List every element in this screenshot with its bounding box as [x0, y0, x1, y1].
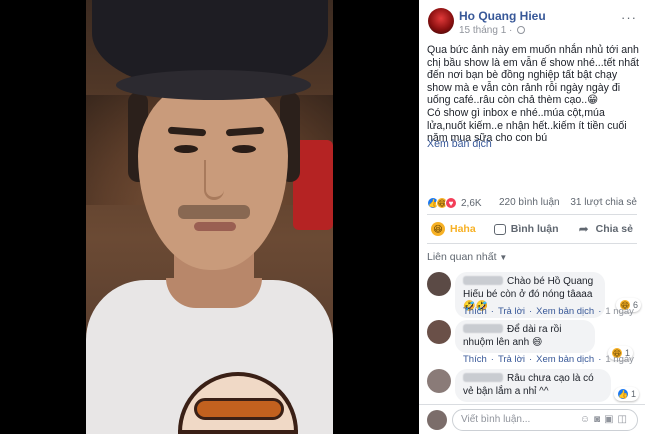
commenter-avatar[interactable] [427, 369, 451, 393]
haha-icon: 😆 [431, 222, 445, 236]
author-name[interactable]: Ho Quang Hieu [459, 9, 546, 23]
share-button[interactable]: ➦ Chia sẻ [577, 222, 633, 236]
reply-link[interactable]: Trả lời [498, 354, 525, 365]
reply-link[interactable]: Trả lời [498, 306, 525, 317]
comment-item: Để dài ra rồi nhuộm lên anh 😄 😆 1 Thích ·… [427, 320, 641, 366]
comment-item: Chào bé Hồ Quang Hiếu bé còn ở đó nóng t… [427, 272, 641, 318]
like-reaction-icon: 👍 [616, 388, 629, 400]
shirt-print-mustache [194, 398, 284, 420]
comment-time[interactable]: 1 ngày [605, 306, 634, 317]
more-options-icon[interactable]: ··· [621, 10, 637, 25]
comment-label: Bình luận [510, 223, 559, 235]
commenter-avatar[interactable] [427, 272, 451, 296]
translate-link[interactable]: Xem bản dịch [536, 306, 594, 317]
comment-bubble: Để dài ra rồi nhuộm lên anh 😄 [455, 320, 595, 353]
sticker-icon[interactable]: ◫ [618, 414, 631, 425]
comment-actions: Thích · Trả lời · Xem bản dịch · 1 ngày [463, 306, 634, 317]
share-label: Chia sẻ [595, 223, 633, 235]
see-translation-link[interactable]: Xem bản dịch [427, 138, 492, 150]
globe-icon [517, 26, 526, 34]
commenter-name[interactable] [463, 276, 503, 285]
love-reaction-icon: ♥ [445, 197, 457, 209]
post-stats: 220 bình luận 31 lượt chia sẻ [499, 197, 637, 208]
comment-item: Râu chưa cạo là có vẻ bận lắm a nhỉ ^^ 👍… [427, 369, 641, 403]
shares-count-link[interactable]: 31 lượt chia sẻ [570, 197, 637, 208]
post-text: Qua bức ảnh này em muốn nhắn nhủ tới anh… [427, 44, 640, 145]
emoji-icon[interactable]: ☺ [580, 414, 594, 425]
post-time[interactable]: 15 tháng 1 · [459, 25, 512, 36]
comment-time[interactable]: 1 ngày [605, 354, 634, 365]
comment-bubble: Râu chưa cạo là có vẻ bận lắm a nhỉ ^^ [455, 369, 611, 402]
post-header: Ho Quang Hieu 15 tháng 1 · ··· [419, 0, 645, 38]
comment-icon [493, 223, 506, 235]
comment-button[interactable]: Bình luận [493, 223, 559, 235]
reactions-summary[interactable]: 👍 😆 ♥ 2,6K [427, 197, 482, 209]
reactions-count: 2,6K [461, 197, 482, 209]
haha-label: Haha [450, 223, 476, 235]
comment-sort-dropdown[interactable]: Liên quan nhất ▼ [427, 251, 507, 263]
translate-link[interactable]: Xem bản dịch [536, 354, 594, 365]
gif-icon[interactable]: ▣ [604, 414, 617, 425]
comment-reactions[interactable]: 👍 1 [613, 387, 639, 401]
commenter-name[interactable] [463, 324, 503, 333]
author-avatar[interactable] [428, 8, 454, 34]
post-photo[interactable] [86, 0, 333, 434]
post-meta: 15 tháng 1 · [459, 25, 526, 36]
action-bar: 😆 Haha Bình luận ➦ Chia sẻ [427, 214, 637, 244]
write-comment-bar: Viết bình luận... ☺◙▣◫ [419, 404, 645, 434]
share-icon: ➦ [578, 222, 589, 236]
like-comment-link[interactable]: Thích [463, 306, 487, 317]
comment-actions: Thích · Trả lời · Xem bản dịch · 1 ngày [463, 354, 634, 365]
sort-label: Liên quan nhất [427, 251, 497, 263]
chevron-down-icon: ▼ [499, 253, 508, 262]
comment-reaction-count: 1 [630, 389, 636, 399]
post-panel: Ho Quang Hieu 15 tháng 1 · ··· Qua bức ả… [419, 0, 645, 434]
current-user-avatar [427, 410, 447, 430]
comment-input-icons: ☺◙▣◫ [580, 414, 631, 425]
commenter-avatar[interactable] [427, 320, 451, 344]
photo-viewer[interactable] [0, 0, 419, 434]
commenter-name[interactable] [463, 373, 503, 382]
like-comment-link[interactable]: Thích [463, 354, 487, 365]
camera-icon[interactable]: ◙ [594, 414, 604, 425]
comments-count-link[interactable]: 220 bình luận [499, 197, 560, 208]
haha-button[interactable]: 😆 Haha [431, 222, 476, 236]
